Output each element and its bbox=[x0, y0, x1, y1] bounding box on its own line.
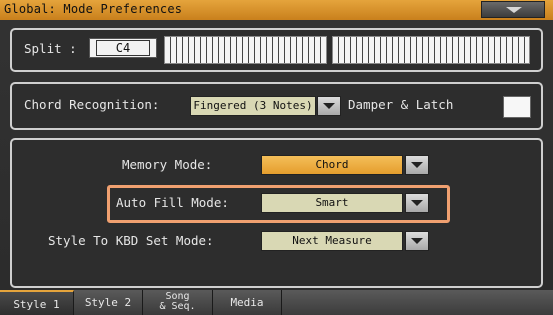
chevron-down-icon bbox=[411, 162, 423, 168]
tab-style-1[interactable]: Style 1 bbox=[0, 290, 74, 315]
style-to-kbd-set-mode-label: Style To KBD Set Mode: bbox=[48, 233, 214, 248]
auto-fill-mode-dropdown-button[interactable] bbox=[405, 193, 429, 213]
chevron-down-icon bbox=[411, 238, 423, 244]
page-title: Global: Mode Preferences bbox=[4, 2, 183, 16]
damper-latch-checkbox[interactable] bbox=[503, 96, 531, 118]
tab-bar-filler bbox=[282, 290, 553, 315]
tab-label: Style 1 bbox=[13, 298, 60, 311]
tab-label: Style 2 bbox=[84, 296, 132, 309]
tab-label-line2: & Seq. bbox=[159, 301, 196, 312]
memory-mode-dropdown-button[interactable] bbox=[405, 155, 429, 175]
style-to-kbd-set-mode-field[interactable]: Next Measure bbox=[261, 231, 403, 251]
chevron-down-icon bbox=[323, 103, 335, 109]
split-point-value: C4 bbox=[96, 40, 150, 56]
menu-triangle-icon bbox=[506, 7, 522, 13]
chord-recognition-dropdown-button[interactable] bbox=[317, 96, 341, 116]
tab-song-seq[interactable]: Song & Seq. bbox=[143, 290, 213, 315]
split-point-field[interactable]: C4 bbox=[89, 38, 157, 58]
tab-label: Media bbox=[230, 296, 264, 309]
style-to-kbd-set-mode-dropdown-button[interactable] bbox=[405, 231, 429, 251]
chord-recognition-field[interactable]: Fingered (3 Notes) bbox=[190, 96, 316, 116]
bottom-tab-bar: Style 1 Style 2 Song & Seq. Media bbox=[0, 290, 553, 315]
page-menu-button[interactable] bbox=[481, 1, 545, 18]
title-bar: Global: Mode Preferences bbox=[0, 0, 553, 20]
keyboard-diagram-right[interactable] bbox=[332, 36, 530, 64]
chord-recognition-label: Chord Recognition: bbox=[24, 97, 160, 112]
split-label: Split : bbox=[24, 41, 77, 56]
split-panel: Split : C4 bbox=[10, 28, 543, 72]
memory-mode-field[interactable]: Chord bbox=[261, 155, 403, 175]
tab-media[interactable]: Media bbox=[213, 290, 282, 315]
chord-recognition-panel: Chord Recognition: Fingered (3 Notes) Da… bbox=[10, 82, 543, 130]
global-mode-preferences-screen: Global: Mode Preferences Split : C4 Chor… bbox=[0, 0, 553, 315]
tab-style-2[interactable]: Style 2 bbox=[74, 290, 143, 315]
keyboard-diagram-left[interactable] bbox=[164, 36, 327, 64]
chevron-down-icon bbox=[411, 200, 423, 206]
auto-fill-mode-field[interactable]: Smart bbox=[261, 193, 403, 213]
modes-panel: Memory Mode: Chord Auto Fill Mode: Smart… bbox=[10, 138, 543, 288]
damper-latch-label: Damper & Latch bbox=[348, 97, 454, 112]
auto-fill-mode-label: Auto Fill Mode: bbox=[116, 195, 229, 210]
memory-mode-label: Memory Mode: bbox=[122, 157, 213, 172]
